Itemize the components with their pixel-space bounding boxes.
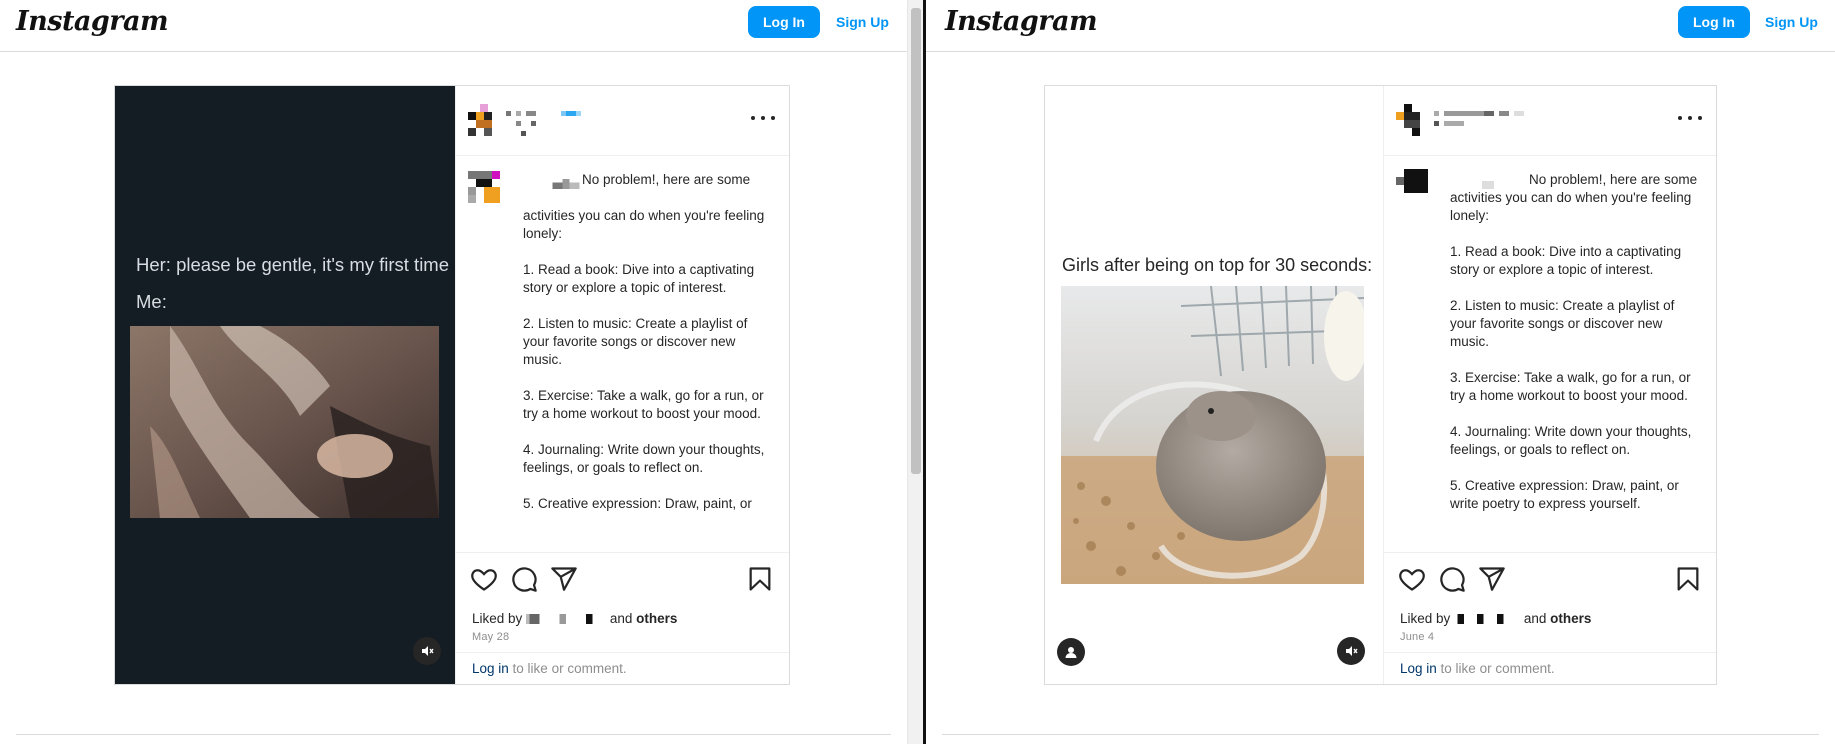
post-card: Her: please be gentle, it's my first tim… [114,85,790,685]
post-caption: No problem!, here are some activities yo… [1450,172,1698,511]
caption-area: No problem!, here are some activities yo… [1384,157,1716,552]
liker-username-pixels[interactable] [1454,614,1520,625]
post-date[interactable]: June 4 [1400,631,1434,643]
more-options-icon[interactable] [751,112,775,124]
vertical-scrollbar[interactable] [907,0,923,744]
heart-icon[interactable] [470,565,498,593]
bookmark-icon[interactable] [1674,565,1702,593]
top-navbar: Instagram Log In Sign Up [926,0,1835,52]
login-to-comment-row: Log in to like or comment. [1384,652,1716,684]
scrollbar-thumb[interactable] [911,8,921,474]
post-caption: No problem!, here are some activities yo… [523,172,765,511]
section-divider [942,734,1819,735]
video-frame-image [1061,286,1364,584]
top-navbar: Instagram Log In Sign Up [0,0,907,52]
login-suffix-text: to like or comment. [1436,661,1555,676]
commenter-avatar[interactable] [468,171,500,203]
post-card: Girls after being on top for 30 seconds: [1044,85,1717,685]
liked-by-label: Liked by [472,611,523,626]
login-to-comment-row: Log in to like or comment. [456,652,789,684]
mute-icon[interactable] [1337,637,1365,665]
signup-link[interactable]: Sign Up [836,14,889,30]
login-link[interactable]: Log in [1400,661,1437,676]
post-date[interactable]: May 28 [472,631,509,643]
comment-icon[interactable] [1438,565,1466,593]
caption-area: No problem!, here are some activities yo… [456,157,789,552]
login-suffix-text: to like or comment. [508,661,627,676]
instagram-logo[interactable]: Instagram [945,6,1098,37]
post-sidebar: No problem!, here are some activities yo… [455,86,789,684]
commenter-avatar[interactable] [1396,169,1428,193]
section-divider [16,734,891,735]
user-icon[interactable] [1057,638,1085,666]
post-media-video[interactable]: Girls after being on top for 30 seconds: [1045,86,1383,684]
mute-icon[interactable] [413,637,441,665]
signup-link[interactable]: Sign Up [1765,14,1818,30]
share-icon[interactable] [1478,565,1506,593]
liked-by-line: Liked by and others [1400,611,1591,626]
post-media-video[interactable]: Her: please be gentle, it's my first tim… [115,86,455,684]
comment-icon[interactable] [510,565,538,593]
left-browser-pane: Instagram Log In Sign Up Her: please be … [0,0,907,744]
author-avatar[interactable] [468,104,500,136]
login-button[interactable]: Log In [748,6,820,38]
liker-username-pixels[interactable] [526,614,606,625]
author-username[interactable] [1434,106,1584,136]
liked-others-link[interactable]: others [636,611,677,626]
post-header [1384,86,1716,156]
video-frame-image [130,326,439,518]
liked-by-label: Liked by [1400,611,1451,626]
author-avatar[interactable] [1396,104,1428,136]
meme-caption-line: Me: [136,291,167,312]
post-header [456,86,789,156]
post-actions: Liked by and others June 4 Log in to lik… [1384,552,1716,684]
login-link[interactable]: Log in [472,661,509,676]
more-options-icon[interactable] [1678,112,1702,124]
meme-caption-line: Girls after being on top for 30 seconds: [1062,255,1373,275]
bookmark-icon[interactable] [746,565,774,593]
post-actions: Liked by and others May 28 Log in to lik… [456,552,789,684]
author-username[interactable] [506,106,656,136]
right-browser-pane: Instagram Log In Sign Up Girls after bei… [926,0,1835,744]
instagram-logo[interactable]: Instagram [16,6,169,37]
meme-caption-line: Her: please be gentle, it's my first tim… [136,254,450,275]
liked-and-text: and [1523,611,1547,626]
liked-others-link[interactable]: others [1550,611,1591,626]
share-icon[interactable] [550,565,578,593]
liked-by-line: Liked by and others [472,611,677,626]
liked-and-text: and [609,611,633,626]
post-sidebar: No problem!, here are some activities yo… [1383,86,1716,684]
login-button[interactable]: Log In [1678,6,1750,38]
heart-icon[interactable] [1398,565,1426,593]
